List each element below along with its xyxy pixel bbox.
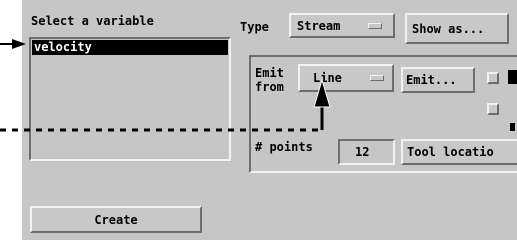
variable-list-item-label: velocity (34, 40, 92, 54)
clipped-checkbox-label (510, 123, 515, 131)
points-input[interactable]: 12 (338, 139, 395, 165)
emit-from-label-line1: Emit (255, 66, 284, 80)
option-menu-indicator-icon (370, 75, 384, 81)
create-button[interactable]: Create (30, 206, 202, 233)
tool-location-button-label: Tool locatio (407, 145, 494, 159)
option-menu-indicator-icon (368, 23, 382, 29)
option-checkbox[interactable] (487, 72, 499, 84)
show-as-button-label: Show as... (412, 22, 485, 36)
clipped-checkbox-label (508, 70, 517, 84)
variable-list[interactable]: velocity (29, 37, 231, 161)
emit-from-option-menu[interactable]: Line (298, 64, 394, 92)
emit-from-value: Line (313, 71, 342, 85)
type-option-value: Stream (297, 19, 341, 33)
select-variable-heading: Select a variable (31, 14, 154, 28)
points-label: # points (255, 140, 313, 154)
type-option-menu[interactable]: Stream (289, 13, 395, 38)
type-label: Type (240, 20, 269, 34)
show-as-button[interactable]: Show as... (405, 13, 509, 44)
emit-from-label-line2: from (255, 80, 284, 94)
create-button-label: Create (94, 213, 138, 227)
variable-list-item-selected[interactable]: velocity (32, 40, 228, 55)
emit-button[interactable]: Emit... (401, 67, 475, 93)
tool-location-button[interactable]: Tool locatio (401, 139, 517, 165)
option-checkbox[interactable] (487, 103, 499, 115)
points-value: 12 (355, 145, 370, 159)
emit-button-label: Emit... (406, 73, 457, 87)
